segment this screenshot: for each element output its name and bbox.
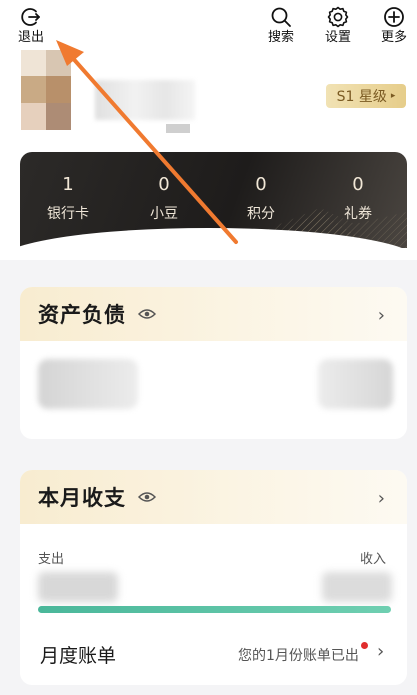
more-button[interactable]: 更多 [381, 6, 407, 46]
search-icon [271, 7, 291, 27]
plus-circle-icon [384, 7, 404, 27]
stat-value: 1 [62, 174, 74, 195]
stat-value: 0 [352, 174, 364, 195]
stat-value: 0 [255, 174, 267, 195]
chevron-right-icon[interactable]: › [378, 305, 385, 326]
level-badge-text: S1 星级 [336, 89, 387, 105]
level-badge[interactable]: S1 星级 ▸ [326, 84, 406, 108]
notification-dot [361, 642, 368, 649]
search-label: 搜索 [268, 30, 295, 45]
avatar[interactable] [21, 50, 71, 130]
stat-label: 银行卡 [47, 206, 89, 222]
monthly-title: 本月收支 [38, 486, 126, 510]
more-label: 更多 [381, 30, 408, 45]
expense-label: 支出 [38, 552, 65, 567]
income-value-blurred [322, 572, 392, 602]
stat-beans[interactable]: 0 小豆 [119, 174, 209, 223]
logout-icon [21, 8, 40, 26]
search-button[interactable]: 搜索 [268, 6, 294, 46]
eye-icon[interactable] [138, 491, 156, 503]
income-expense-bar [38, 606, 391, 613]
logout-label: 退出 [18, 30, 45, 45]
badge-arrow-icon: ▸ [390, 91, 396, 101]
chevron-right-icon[interactable]: › [377, 641, 384, 662]
monthly-header[interactable]: 本月收支 › [20, 470, 407, 524]
expense-value-blurred [38, 572, 118, 602]
gear-icon [327, 6, 349, 28]
monthly-bill-label[interactable]: 月度账单 [40, 641, 116, 668]
eye-icon[interactable] [138, 308, 156, 320]
logout-button[interactable]: 退出 [18, 6, 44, 46]
stat-bank-card[interactable]: 1 银行卡 [23, 174, 113, 223]
assets-value-blurred [38, 359, 138, 409]
bill-notice-text[interactable]: 您的1月份账单已出 [238, 645, 359, 665]
assets-liabilities-panel: 资产负债 › [20, 287, 407, 439]
stat-coupons[interactable]: 0 礼券 [313, 174, 403, 223]
chevron-right-icon[interactable]: › [378, 488, 385, 509]
stat-label: 积分 [247, 206, 275, 222]
stat-label: 小豆 [150, 206, 178, 222]
user-id-blurred [166, 124, 190, 133]
income-label: 收入 [360, 552, 387, 567]
username-blurred [95, 80, 195, 120]
stat-value: 0 [158, 174, 170, 195]
settings-button[interactable]: 设置 [325, 6, 351, 46]
liabilities-value-blurred [318, 359, 393, 409]
stat-points[interactable]: 0 积分 [216, 174, 306, 223]
stat-label: 礼券 [344, 206, 372, 222]
assets-header[interactable]: 资产负债 › [20, 287, 407, 341]
assets-title: 资产负债 [38, 303, 126, 327]
settings-label: 设置 [325, 30, 352, 45]
